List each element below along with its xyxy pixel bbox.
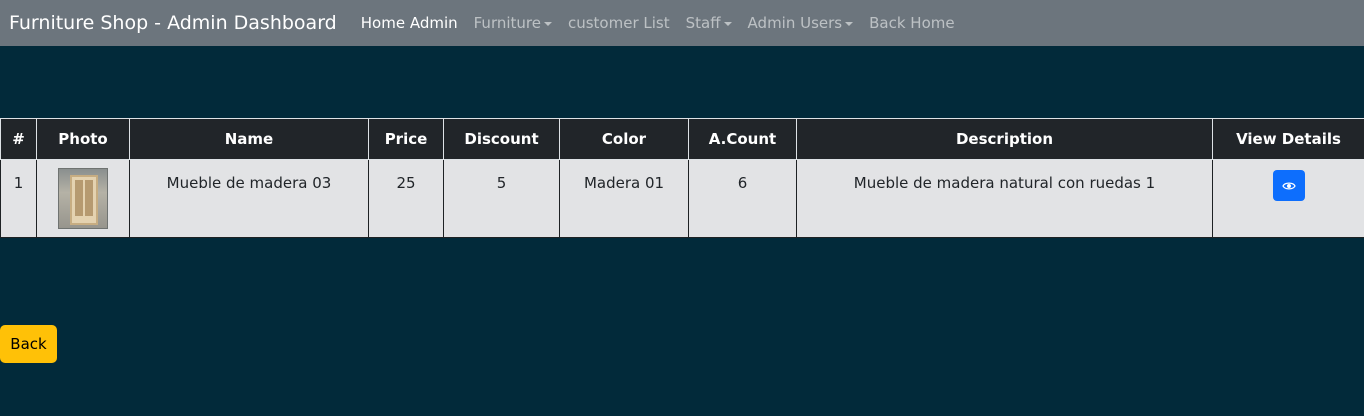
cell-color: Madera 01 xyxy=(559,159,689,238)
column-header-photo: Photo xyxy=(36,118,130,160)
navbar-brand[interactable]: Furniture Shop - Admin Dashboard xyxy=(9,13,337,33)
cell-photo xyxy=(36,159,130,238)
nav-home-admin-label: Home Admin xyxy=(360,14,458,32)
cell-name: Mueble de madera 03 xyxy=(129,159,369,238)
table-header-row: # Photo Name Price Discount Color A.Coun… xyxy=(0,118,1364,160)
column-header-index: # xyxy=(0,118,37,160)
nav-staff-label: Staff xyxy=(685,14,721,32)
cell-count: 6 xyxy=(688,159,797,238)
furniture-photo xyxy=(58,168,108,229)
nav-admin-users-dropdown[interactable]: Admin Users xyxy=(748,14,854,32)
nav-customer-list-label: customer List xyxy=(567,14,670,32)
back-button[interactable]: Back xyxy=(0,325,57,363)
cell-discount: 5 xyxy=(443,159,560,238)
caret-down-icon xyxy=(543,21,552,26)
column-header-count: A.Count xyxy=(688,118,797,160)
column-header-color: Color xyxy=(559,118,689,160)
caret-down-icon xyxy=(845,21,854,26)
cell-description: Mueble de madera natural con ruedas 1 xyxy=(796,159,1213,238)
cell-price: 25 xyxy=(368,159,444,238)
nav-furniture-dropdown[interactable]: Furniture xyxy=(474,14,552,32)
furniture-table: # Photo Name Price Discount Color A.Coun… xyxy=(0,118,1364,238)
cell-view-details xyxy=(1212,159,1364,238)
column-header-view-details: View Details xyxy=(1212,118,1364,160)
nav-staff-dropdown[interactable]: Staff xyxy=(686,14,732,32)
cell-index: 1 xyxy=(0,159,37,238)
nav-customer-list[interactable]: customer List xyxy=(568,14,670,32)
column-header-price: Price xyxy=(368,118,444,160)
nav-admin-users-label: Admin Users xyxy=(747,14,843,32)
table-row: 1 Mueble de madera 03 25 5 Madera 01 6 M… xyxy=(0,159,1364,238)
nav-back-home[interactable]: Back Home xyxy=(869,14,954,32)
caret-down-icon xyxy=(723,21,732,26)
nav-furniture-label: Furniture xyxy=(473,14,541,32)
column-header-discount: Discount xyxy=(443,118,560,160)
eye-icon xyxy=(1281,182,1296,189)
column-header-name: Name xyxy=(129,118,369,160)
top-navbar: Furniture Shop - Admin Dashboard Home Ad… xyxy=(0,0,1364,46)
nav-back-home-label: Back Home xyxy=(869,14,955,32)
column-header-description: Description xyxy=(796,118,1213,160)
nav-links: Home Admin Furniture customer List Staff… xyxy=(361,14,971,32)
nav-home-admin[interactable]: Home Admin xyxy=(361,14,458,32)
view-details-button[interactable] xyxy=(1272,170,1305,201)
